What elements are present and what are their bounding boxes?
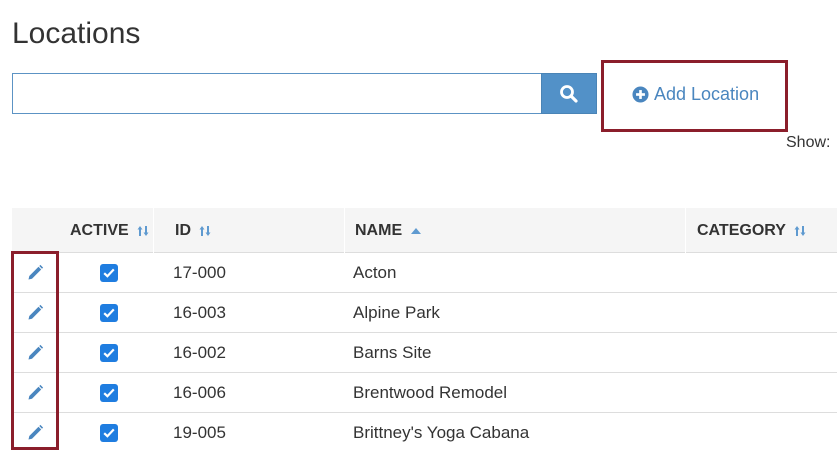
location-name: Brentwood Remodel — [353, 383, 508, 402]
location-name: Barns Site — [353, 343, 432, 362]
checkmark-icon — [103, 308, 115, 318]
sort-both-icon — [137, 225, 149, 237]
show-label: Show: — [786, 134, 831, 151]
active-checkbox[interactable] — [100, 424, 118, 442]
add-location-label: Add Location — [654, 84, 760, 104]
table-header: ACTIVE ID NAME CATEGORY — [12, 208, 837, 253]
active-checkbox[interactable] — [100, 264, 118, 282]
location-id: 16-006 — [173, 383, 226, 402]
table-row: 16-006 Brentwood Remodel — [12, 373, 837, 413]
active-checkbox[interactable] — [100, 384, 118, 402]
location-name: Alpine Park — [353, 303, 440, 322]
checkmark-icon — [103, 348, 115, 358]
column-header-active[interactable]: ACTIVE — [70, 208, 149, 253]
checkmark-icon — [103, 268, 115, 278]
column-header-label: NAME — [355, 221, 403, 239]
column-header-label: ID — [175, 221, 191, 239]
table-row: 16-003 Alpine Park — [12, 293, 837, 333]
table-row: 19-005 Brittney's Yoga Cabana — [12, 413, 837, 451]
active-checkbox[interactable] — [100, 304, 118, 322]
location-id: 16-003 — [173, 303, 226, 322]
edit-column-highlight — [11, 251, 59, 450]
location-id: 16-002 — [173, 343, 226, 362]
sort-ascending-icon — [410, 227, 422, 235]
add-location-button[interactable]: Add Location — [632, 84, 759, 105]
search-icon — [560, 84, 578, 103]
checkmark-icon — [103, 388, 115, 398]
location-name: Brittney's Yoga Cabana — [353, 423, 530, 442]
page-title: Locations — [12, 17, 141, 50]
location-id: 19-005 — [173, 423, 226, 442]
checkmark-icon — [103, 428, 115, 438]
sort-both-icon — [794, 225, 806, 237]
search-input[interactable] — [12, 73, 542, 114]
location-id: 17-000 — [173, 263, 226, 282]
plus-circle-icon — [632, 86, 649, 103]
table-row: 16-002 Barns Site — [12, 333, 837, 373]
search-button[interactable] — [541, 73, 597, 114]
column-header-category[interactable]: CATEGORY — [697, 208, 806, 253]
sort-both-icon — [199, 225, 211, 237]
column-header-label: ACTIVE — [70, 221, 129, 239]
column-header-name[interactable]: NAME — [355, 208, 422, 253]
table-row: 17-000 Acton — [12, 253, 837, 293]
location-name: Acton — [353, 263, 397, 282]
column-header-label: CATEGORY — [697, 221, 786, 239]
active-checkbox[interactable] — [100, 344, 118, 362]
column-header-id[interactable]: ID — [175, 208, 211, 253]
